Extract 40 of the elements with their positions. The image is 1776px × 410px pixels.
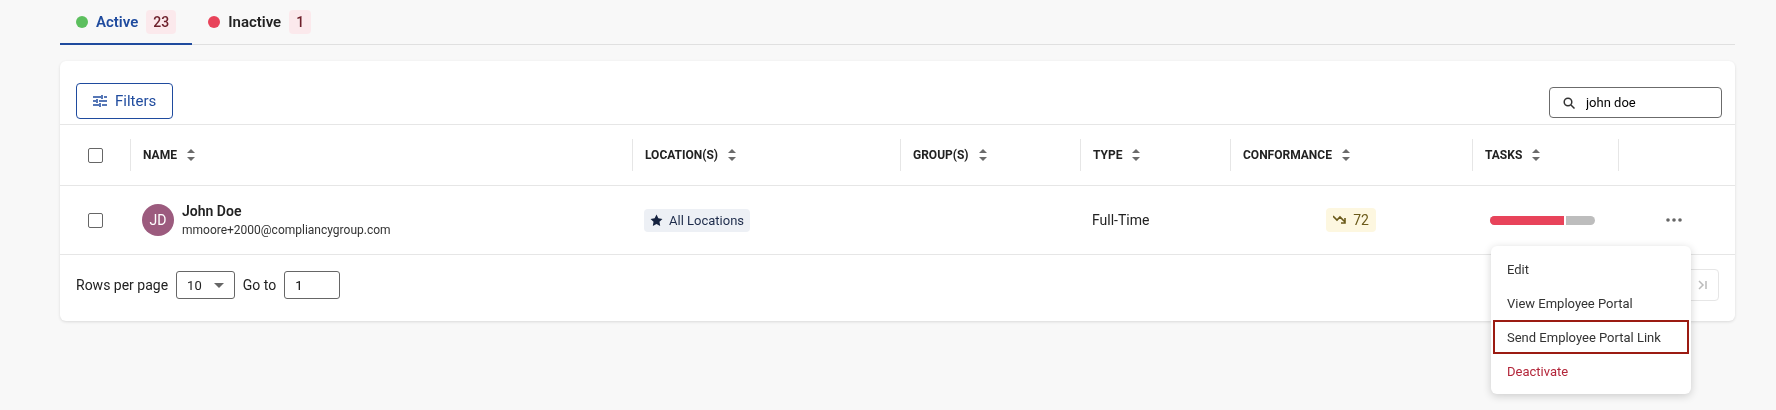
sort-icon[interactable] xyxy=(728,149,737,161)
conformance-badge: 72 xyxy=(1326,208,1376,232)
caret-icon xyxy=(213,282,224,288)
column-header[interactable]: TYPE xyxy=(1093,148,1123,162)
star-icon xyxy=(650,213,663,227)
search-field[interactable]: john doe xyxy=(1549,87,1722,118)
sort-icon[interactable] xyxy=(1132,149,1141,161)
location-tag: All Locations xyxy=(644,208,751,232)
sort-icon[interactable] xyxy=(1532,149,1541,161)
row-checkbox[interactable] xyxy=(87,212,103,228)
type-cell-text: Full-Time xyxy=(1091,212,1151,228)
column-header[interactable]: GROUP(S) xyxy=(913,148,969,162)
search-icon xyxy=(1563,97,1575,109)
go-to-field[interactable]: 1 xyxy=(284,271,341,299)
status-tab[interactable]: Active 23 xyxy=(60,0,193,45)
employee-email: mmoore+2000@compliancygroup.com xyxy=(182,223,391,237)
employee-name: John Doe xyxy=(182,203,243,219)
count-badge: 1 xyxy=(289,9,312,34)
menu-item[interactable]: View Employee Portal xyxy=(1493,286,1689,320)
last-page-icon xyxy=(1697,279,1709,291)
menu-item[interactable]: Deactivate xyxy=(1493,354,1689,388)
sort-icon[interactable] xyxy=(978,149,987,161)
select-all-checkbox[interactable] xyxy=(87,147,103,163)
sliders-icon xyxy=(93,94,107,107)
count-badge: 23 xyxy=(146,9,177,34)
sort-icon[interactable] xyxy=(1341,149,1350,161)
status-tab[interactable]: Inactive 1 xyxy=(192,0,328,45)
rows-per-page-select[interactable]: 10 xyxy=(176,271,235,299)
filters-button[interactable]: Filters xyxy=(76,82,174,119)
rows-per-page-label: Rows per page xyxy=(76,277,169,293)
column-header[interactable]: LOCATION(S) xyxy=(645,148,719,162)
sort-icon[interactable] xyxy=(186,149,195,161)
column-header[interactable]: NAME xyxy=(143,148,177,162)
menu-item[interactable]: Edit xyxy=(1493,252,1689,286)
menu-item[interactable]: Send Employee Portal Link xyxy=(1493,320,1689,354)
avatar: JD xyxy=(142,204,174,236)
column-header[interactable]: CONFORMANCE xyxy=(1243,148,1332,162)
trend-down-icon xyxy=(1333,215,1348,225)
go-to-label: Go to xyxy=(242,277,277,293)
column-header[interactable]: TASKS xyxy=(1485,148,1523,162)
